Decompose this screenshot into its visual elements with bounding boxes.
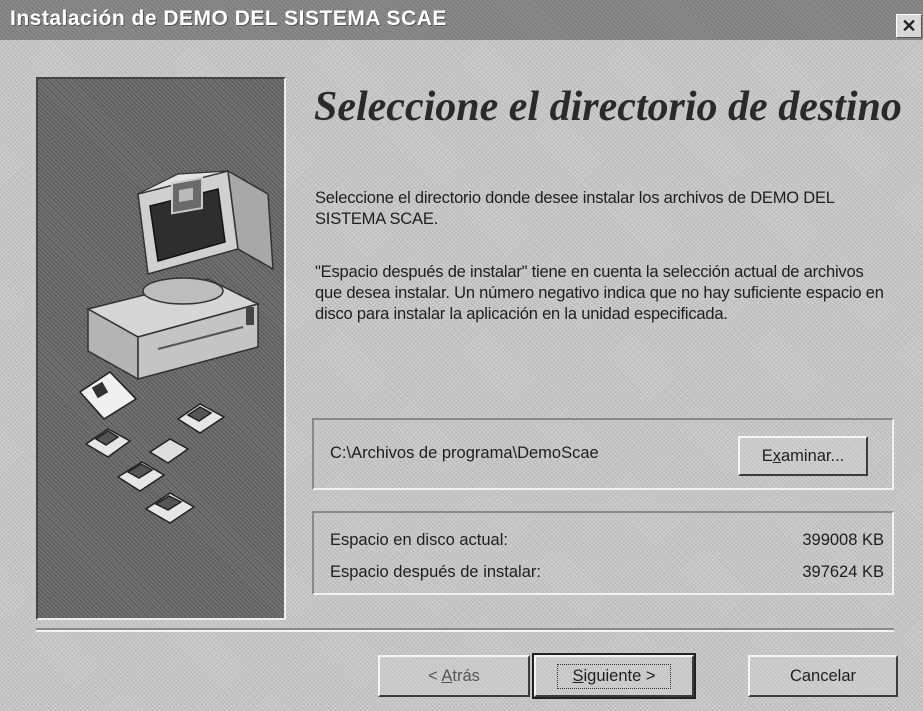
window-title: Instalación de DEMO DEL SISTEMA SCAE <box>10 7 447 30</box>
button-separator <box>36 628 894 632</box>
browse-button-label: Examinar... <box>761 446 845 465</box>
intro-text: Seleccione el directorio donde desee ins… <box>315 189 835 228</box>
next-button-label: Siguiente > <box>557 663 671 689</box>
setup-illustration-panel <box>36 77 286 620</box>
disk-space-group: Espacio en disco actual: 399008 KB Espac… <box>312 511 894 595</box>
browse-button[interactable]: Examinar... <box>738 436 868 476</box>
after-install-space-value: 397624 KB <box>802 563 884 581</box>
cancel-button-label: Cancelar <box>789 666 857 685</box>
current-space-value: 399008 KB <box>802 531 884 549</box>
back-button-label: < Atrás <box>428 666 480 685</box>
after-install-space-label: Espacio después de instalar: <box>330 563 541 581</box>
back-button[interactable]: < Atrás <box>378 655 530 697</box>
computer-with-floppy-disks-illustration <box>78 169 274 524</box>
destination-path: C:\Archivos de programa\DemoScae <box>330 444 599 462</box>
close-icon[interactable]: ✕ <box>896 14 922 38</box>
current-space-label: Espacio en disco actual: <box>330 531 508 549</box>
page-heading: Seleccione el directorio de destino <box>314 84 902 130</box>
destination-folder-group: C:\Archivos de programa\DemoScae Examina… <box>312 418 894 490</box>
cancel-button[interactable]: Cancelar <box>748 655 898 697</box>
title-bar[interactable]: Instalación de DEMO DEL SISTEMA SCAE ✕ <box>0 0 923 40</box>
installer-window: Instalación de DEMO DEL SISTEMA SCAE ✕ S… <box>0 0 923 711</box>
disk-space-note: "Espacio después de instalar" tiene en c… <box>315 263 884 323</box>
next-button[interactable]: Siguiente > <box>532 653 696 699</box>
